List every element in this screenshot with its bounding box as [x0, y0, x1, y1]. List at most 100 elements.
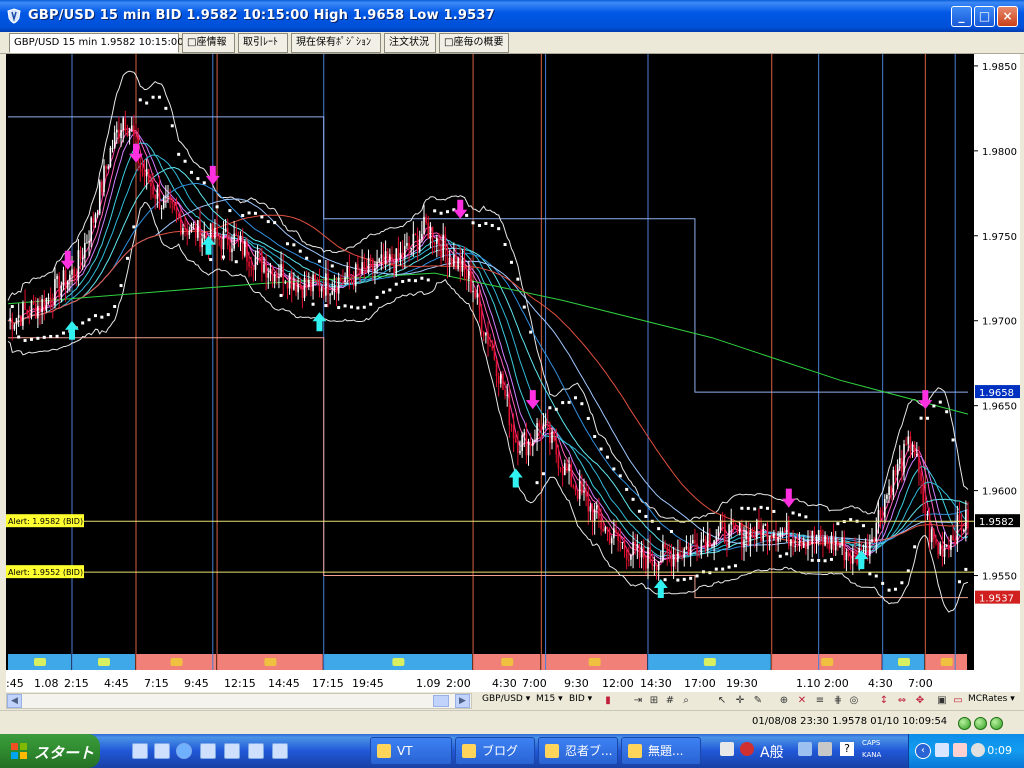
symbol-select[interactable]: GBP/USD ▾ — [482, 694, 530, 704]
taskbar-button-vt[interactable]: VT — [370, 737, 452, 765]
mark-icon[interactable]: ✕ — [796, 695, 808, 707]
keyboard-icon[interactable] — [720, 742, 734, 756]
session-band-icon — [821, 658, 834, 666]
quick-launch-icon[interactable] — [132, 743, 148, 759]
candle-body — [224, 228, 227, 232]
candle-body — [578, 481, 581, 499]
settings-icon[interactable]: ▭ — [952, 695, 964, 707]
zoom-icon[interactable]: ⌕ — [680, 695, 692, 707]
psar-dot — [420, 276, 424, 280]
tab-account-summary[interactable]: □座毎の概要 — [439, 33, 509, 53]
fib-icon[interactable]: ⋕ — [832, 695, 844, 707]
start-button[interactable]: スタート — [0, 734, 100, 768]
time-tick-label: 2:15 — [64, 677, 89, 690]
psar-dot — [529, 330, 533, 334]
horizontal-scrollbar[interactable]: ◀ ▶ — [6, 693, 472, 709]
candle-body — [263, 264, 265, 273]
network-icon[interactable] — [953, 743, 967, 757]
candle-body — [916, 454, 918, 456]
quick-launch-icon[interactable] — [200, 743, 216, 759]
price-chart[interactable]: Alert: 1.9582 (BID) Alert: 1.9552 (BID) 1… — [6, 54, 1020, 692]
move-icon[interactable]: ✥ — [914, 695, 926, 707]
candle-body — [724, 523, 726, 543]
candle-body — [770, 535, 773, 539]
psar-dot — [241, 213, 245, 217]
clock[interactable]: 0:09 — [987, 744, 1012, 757]
tab-gbpusd-chart[interactable]: GBP/USD 15 min 1.9582 10:15:00 — [9, 33, 184, 53]
zoom-in-icon[interactable]: ⊕ — [778, 695, 790, 707]
candle-body — [288, 273, 291, 289]
time-tick-label: 19:45 — [352, 677, 384, 690]
taskbar-button-blog[interactable]: ブログ — [455, 737, 535, 765]
ime-pad-icon[interactable] — [818, 742, 832, 756]
sell-arrow-icon — [60, 250, 75, 270]
buy-arrow-icon — [653, 578, 668, 598]
rates-menu[interactable]: MCRates ▾ — [968, 694, 1015, 704]
language-bar[interactable]: A般 ? CAPS KANA — [716, 737, 906, 765]
ime-icon[interactable] — [740, 742, 754, 756]
candle-body — [480, 310, 483, 333]
candle-body — [165, 196, 167, 198]
psar-dot — [900, 581, 904, 585]
scroll-left-icon[interactable]: ◀ — [7, 694, 22, 708]
ime-mode[interactable]: A般 — [760, 742, 784, 762]
ime-tool-icon[interactable] — [798, 742, 812, 756]
session-bands — [8, 654, 967, 670]
scroll-thumb[interactable] — [433, 695, 449, 707]
quick-launch-icon[interactable] — [224, 743, 240, 759]
volume-icon[interactable] — [971, 743, 985, 757]
taskbar-button-untitled[interactable]: 無題... — [621, 737, 701, 765]
target-icon[interactable]: ◎ — [848, 695, 860, 707]
maximize-button[interactable]: □ — [974, 6, 995, 27]
save-icon[interactable]: ▣ — [936, 695, 948, 707]
candle-body — [950, 535, 952, 550]
candle-body — [267, 272, 270, 278]
tray-app-icon[interactable] — [935, 743, 949, 757]
candle-body — [628, 559, 630, 561]
candle-body — [873, 538, 875, 542]
arrow-icon[interactable]: ↕ — [878, 695, 890, 707]
candle-body — [657, 561, 660, 570]
psar-dot — [804, 515, 808, 519]
price-type-select[interactable]: BID ▾ — [569, 694, 592, 704]
hline-icon[interactable]: ≡ — [814, 695, 826, 707]
grid-icon[interactable]: ⊞ — [648, 695, 660, 707]
taskbar-button-ninja-blog[interactable]: 忍者ブ... — [538, 737, 618, 765]
scroll-right-icon[interactable]: ▶ — [455, 694, 470, 708]
title-bar[interactable]: GBP/USD 15 min BID 1.9582 10:15:00 High … — [0, 0, 1024, 32]
shift-icon[interactable]: ⇔ — [896, 695, 908, 707]
minimize-button[interactable]: _ — [951, 6, 972, 27]
candle-body — [952, 535, 954, 541]
time-tick-label: 14:45 — [268, 677, 300, 690]
candle-body — [903, 443, 905, 473]
candle-type-icon[interactable]: ▮ — [602, 695, 614, 707]
quick-launch-icon[interactable] — [154, 743, 170, 759]
candle-body — [71, 269, 73, 275]
quick-launch-icon[interactable] — [248, 743, 264, 759]
crosshair-icon[interactable]: ✛ — [734, 695, 746, 707]
browser-icon[interactable] — [176, 743, 192, 759]
tab-rates[interactable]: 取引ﾚｰﾄ — [238, 33, 288, 53]
cursor-icon[interactable]: ↖ — [716, 695, 728, 707]
psar-dot — [113, 305, 117, 309]
tray-expand-icon[interactable]: ‹ — [915, 743, 931, 759]
session-band-icon — [34, 658, 46, 666]
quick-launch-icon[interactable] — [272, 743, 288, 759]
psar-dot — [253, 211, 257, 215]
tab-positions[interactable]: 現在保有ﾎﾟｼﾞｼｮﾝ — [291, 33, 381, 53]
help-icon[interactable]: ? — [840, 742, 854, 756]
chart-panel[interactable]: Alert: 1.9582 (BID) Alert: 1.9552 (BID) 1… — [6, 54, 1020, 692]
candle-body — [798, 541, 801, 547]
psar-dot — [612, 467, 616, 471]
close-button[interactable]: × — [997, 6, 1018, 27]
candle-body — [775, 533, 777, 542]
scroll-end-icon[interactable]: ⇥ — [632, 695, 644, 707]
candle-body — [738, 523, 741, 533]
timeframe-select[interactable]: M15 ▾ — [536, 694, 563, 704]
tab-orders[interactable]: 注文状況 — [384, 33, 436, 53]
psar-dot — [631, 497, 635, 501]
candle-body — [156, 188, 159, 199]
hash-icon[interactable]: # — [664, 695, 676, 707]
tab-account-info[interactable]: □座情報 — [182, 33, 235, 53]
draw-tool-icon[interactable]: ✎ — [752, 695, 764, 707]
